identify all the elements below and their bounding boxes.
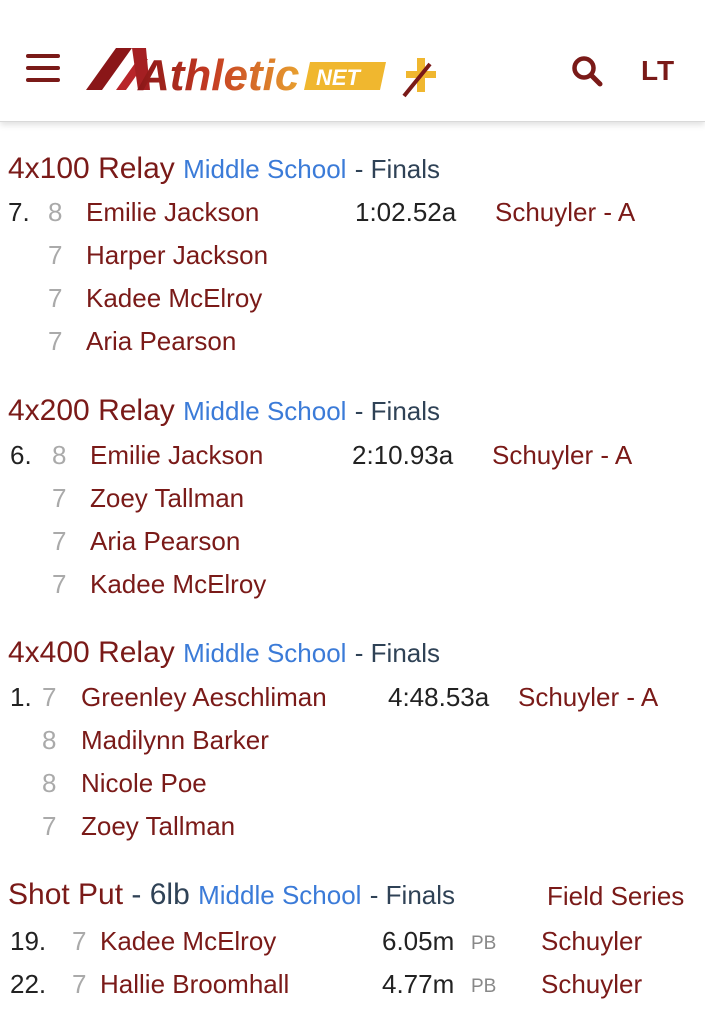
pb-badge: PB bbox=[471, 933, 497, 954]
event-name[interactable]: 4x400 Relay bbox=[8, 636, 175, 669]
menu-bar-top bbox=[26, 54, 60, 58]
athlete-grade: 8 bbox=[48, 197, 63, 227]
event-title: Shot Put - 6lb Middle School - Finals Fi… bbox=[8, 878, 705, 912]
logo-plus-icon bbox=[402, 58, 436, 98]
athlete-name-link[interactable]: Emilie Jackson bbox=[90, 440, 263, 471]
athlete-grade: 7 bbox=[52, 483, 67, 513]
athlete-grade: 7 bbox=[48, 283, 63, 313]
athlete-grade: 7 bbox=[48, 326, 63, 356]
event-title: 4x100 Relay Middle School - Finals bbox=[8, 152, 440, 186]
event-round: - Finals bbox=[354, 396, 441, 426]
athlete-name-link[interactable]: Zoey Tallman bbox=[81, 811, 235, 842]
team-name-link[interactable]: Schuyler bbox=[541, 926, 642, 957]
athlete-grade: 8 bbox=[52, 440, 67, 470]
result-mark[interactable]: 4.77m bbox=[382, 969, 454, 1000]
result-place: 7. bbox=[8, 197, 30, 227]
event-name[interactable]: 4x100 Relay bbox=[8, 152, 175, 185]
app-header: Athletic NET LT bbox=[0, 0, 705, 122]
menu-bar-middle bbox=[26, 66, 60, 70]
team-name-link[interactable]: Schuyler - A bbox=[492, 440, 632, 471]
user-initials-button[interactable]: LT bbox=[641, 55, 675, 87]
result-place: 1. bbox=[10, 682, 32, 712]
athlete-name-link[interactable]: Madilynn Barker bbox=[81, 725, 269, 756]
athlete-name-link[interactable]: Hallie Broomhall bbox=[100, 969, 289, 1000]
logo-net-badge: NET bbox=[304, 62, 386, 90]
athlete-name-link[interactable]: Kadee McElroy bbox=[86, 283, 262, 314]
event-title: 4x400 Relay Middle School - Finals bbox=[8, 636, 440, 670]
team-name-link[interactable]: Schuyler - A bbox=[518, 682, 658, 713]
result-place: 19. bbox=[10, 926, 47, 956]
athlete-name-link[interactable]: Harper Jackson bbox=[86, 240, 268, 271]
athlete-name-link[interactable]: Kadee McElroy bbox=[90, 569, 266, 600]
hamburger-menu-button[interactable] bbox=[26, 54, 62, 84]
athlete-name-link[interactable]: Nicole Poe bbox=[81, 768, 207, 799]
event-level-link[interactable]: Middle School bbox=[183, 396, 346, 426]
athlete-name-link[interactable]: Zoey Tallman bbox=[90, 483, 244, 514]
event-title: 4x200 Relay Middle School - Finals bbox=[8, 394, 440, 428]
result-place: 6. bbox=[10, 440, 32, 470]
search-icon[interactable] bbox=[570, 54, 604, 88]
result-mark[interactable]: 6.05m bbox=[382, 926, 454, 957]
athlete-grade: 8 bbox=[42, 768, 57, 798]
result-mark[interactable]: 1:02.52a bbox=[355, 197, 456, 228]
athlete-name-link[interactable]: Aria Pearson bbox=[90, 526, 240, 557]
team-name-link[interactable]: Schuyler bbox=[541, 969, 642, 1000]
athlete-name-link[interactable]: Aria Pearson bbox=[86, 326, 236, 357]
athlete-grade: 7 bbox=[42, 682, 57, 712]
event-round: - Finals bbox=[354, 154, 441, 184]
logo-word-athletic: Athletic bbox=[137, 51, 299, 100]
results-list: 4x100 Relay Middle School - Finals 7. 8 … bbox=[0, 122, 705, 1024]
athlete-grade: 7 bbox=[72, 926, 87, 956]
athlete-grade: 7 bbox=[42, 811, 57, 841]
athlete-grade: 8 bbox=[42, 725, 57, 755]
athlete-name-link[interactable]: Emilie Jackson bbox=[86, 197, 259, 228]
svg-text:NET: NET bbox=[316, 65, 362, 90]
team-name-link[interactable]: Schuyler - A bbox=[495, 197, 635, 228]
menu-bar-bottom bbox=[26, 78, 60, 82]
athlete-name-link[interactable]: Kadee McElroy bbox=[100, 926, 276, 957]
athlete-name-link[interactable]: Greenley Aeschliman bbox=[81, 682, 327, 713]
athlete-grade: 7 bbox=[72, 969, 87, 999]
pb-badge: PB bbox=[471, 976, 497, 997]
athlete-grade: 7 bbox=[52, 526, 67, 556]
event-level-link[interactable]: Middle School bbox=[183, 154, 346, 184]
field-series-link[interactable]: Field Series bbox=[547, 881, 684, 912]
athlete-grade: 7 bbox=[52, 569, 67, 599]
event-round: - Finals bbox=[354, 638, 441, 668]
athlete-grade: 7 bbox=[48, 240, 63, 270]
event-name[interactable]: 4x200 Relay bbox=[8, 394, 175, 427]
result-mark[interactable]: 2:10.93a bbox=[352, 440, 453, 471]
event-round: - Finals bbox=[369, 880, 456, 910]
event-level-link[interactable]: Middle School bbox=[198, 880, 361, 910]
result-place: 22. bbox=[10, 969, 47, 999]
athleticnet-logo[interactable]: Athletic NET bbox=[86, 40, 446, 102]
event-level-link[interactable]: Middle School bbox=[183, 638, 346, 668]
result-mark[interactable]: 4:48.53a bbox=[388, 682, 489, 713]
event-name[interactable]: Shot Put bbox=[8, 878, 123, 911]
event-weight: - 6lb bbox=[131, 878, 190, 911]
